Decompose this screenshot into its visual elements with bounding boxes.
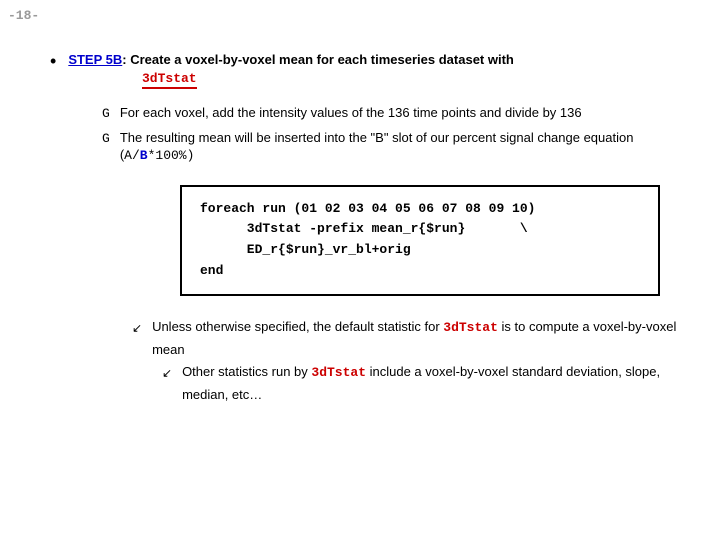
equation-A: A [124,148,132,163]
note-text: Unless otherwise specified, the default … [152,316,700,361]
sub-point-text: The resulting mean will be inserted into… [120,129,700,165]
program-name: 3dTstat [142,71,197,89]
equation-B: B [140,148,148,163]
bullet-icon: • [50,54,56,68]
sub-point: G The resulting mean will be inserted in… [102,129,700,165]
equation-rest: *100%) [148,148,195,163]
step-program-line: 3dTstat [142,70,700,86]
step-label: STEP 5B [68,52,122,67]
note-part: Other statistics run by [182,364,311,379]
arrow-icon: ↙ [132,318,142,338]
arrow-icon: ↙ [162,363,172,383]
step-heading: • STEP 5B: Create a voxel-by-voxel mean … [50,52,700,68]
sub-point: G For each voxel, add the intensity valu… [102,104,700,123]
sub-point-list: G For each voxel, add the intensity valu… [102,104,700,165]
code-line: 3dTstat -prefix mean_r{$run} \ [200,221,528,236]
page-number: -18- [8,8,39,23]
program-name-inline: 3dTstat [311,365,366,380]
note-sub-list: ↙ Other statistics run by 3dTstat includ… [162,361,700,406]
step-title: : Create a voxel-by-voxel mean for each … [122,52,514,67]
code-line: ED_r{$run}_vr_bl+orig [200,242,411,257]
step-heading-text: STEP 5B: Create a voxel-by-voxel mean fo… [68,52,514,67]
slide-content: • STEP 5B: Create a voxel-by-voxel mean … [0,0,720,406]
code-block: foreach run (01 02 03 04 05 06 07 08 09 … [180,185,660,296]
code-line: foreach run (01 02 03 04 05 06 07 08 09 … [200,201,535,216]
sub-bullet-icon: G [102,130,110,148]
program-name-inline: 3dTstat [443,320,498,335]
sub-point-part: The resulting mean will be inserted into… [120,130,634,163]
note-item: ↙ Unless otherwise specified, the defaul… [132,316,700,361]
note-part: Unless otherwise specified, the default … [152,319,443,334]
sub-bullet-icon: G [102,105,110,123]
equation-slash: / [132,148,140,163]
note-list: ↙ Unless otherwise specified, the defaul… [132,316,700,361]
note-sub-item: ↙ Other statistics run by 3dTstat includ… [162,361,700,406]
code-line: end [200,263,223,278]
note-sub-text: Other statistics run by 3dTstat include … [182,361,700,406]
sub-point-text: For each voxel, add the intensity values… [120,104,582,122]
